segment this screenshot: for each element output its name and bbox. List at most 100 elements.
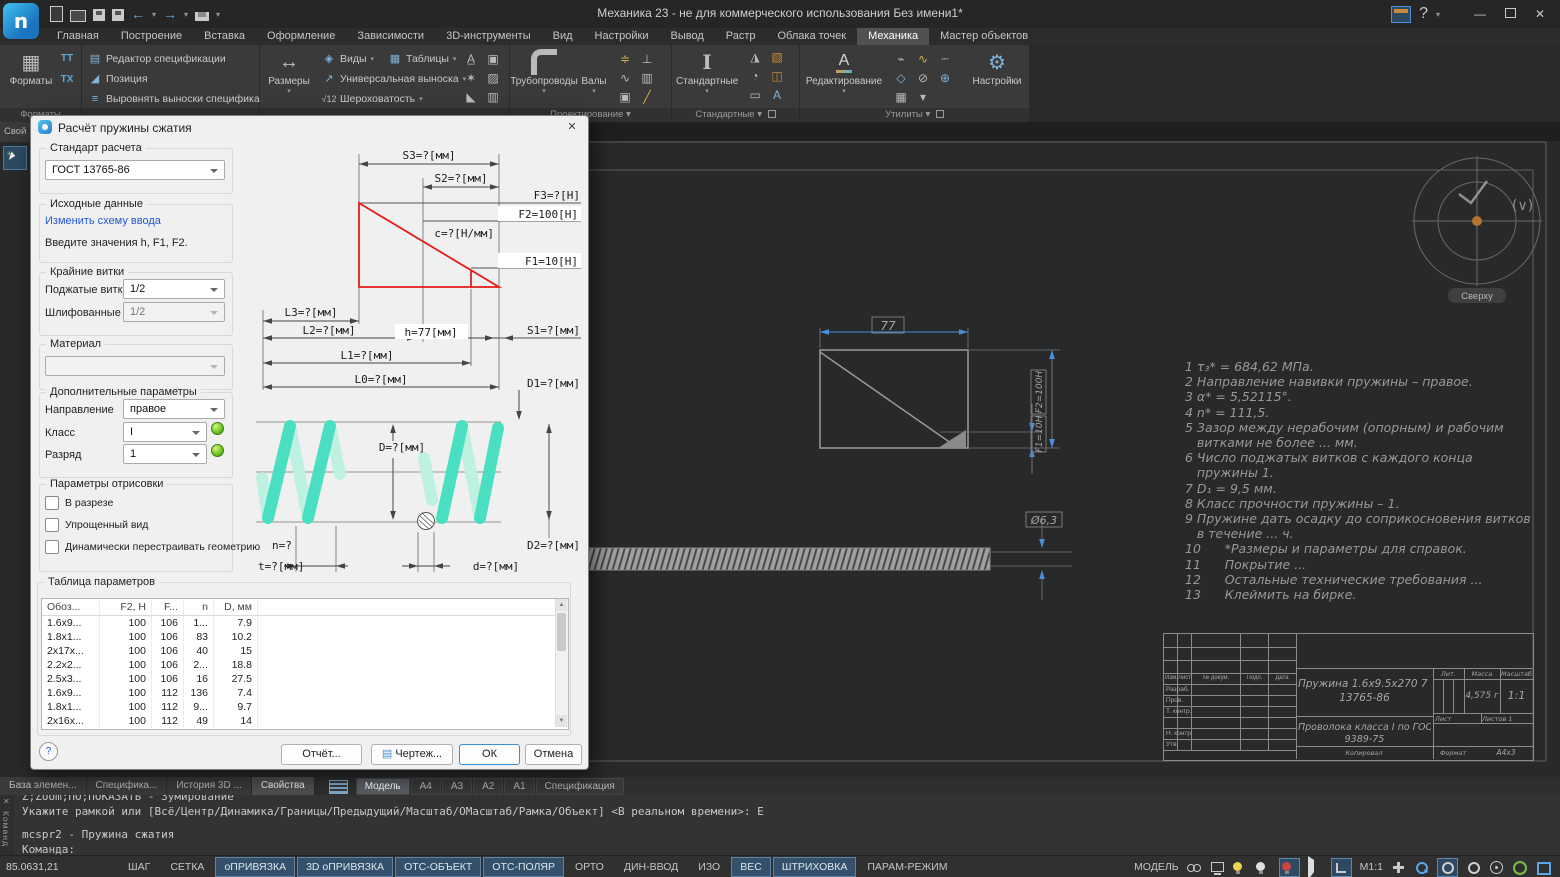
dialog-title-bar[interactable]: Расчёт пружины сжатия ✕ (31, 116, 588, 138)
scroll-thumb[interactable] (557, 613, 566, 651)
report-button[interactable]: Отчёт... (281, 744, 362, 765)
spring-icon[interactable]: ∿ (614, 68, 636, 87)
zoom-preview-icon[interactable] (1466, 860, 1481, 875)
save-as-icon[interactable] (112, 9, 124, 21)
zoom-window-icon[interactable] (1440, 860, 1455, 875)
table-row[interactable]: 2.5x3...1001061627.5 (42, 672, 568, 686)
ribbon-tab[interactable]: Мастер объектов (929, 28, 1039, 45)
select-part-icon[interactable]: ◮ (744, 47, 766, 66)
minimize-button[interactable]: — (1465, 7, 1495, 21)
cancel-button[interactable]: Отмена (525, 744, 582, 765)
lightbulb-cursor-icon[interactable] (1233, 862, 1242, 871)
layout-tab[interactable]: A1 (504, 778, 534, 795)
regen-icon[interactable] (1512, 860, 1527, 875)
scroll-down-icon[interactable]: ▼ (556, 715, 567, 727)
status-toggle[interactable]: ПАРАМ-РЕЖИМ (858, 857, 956, 877)
trim-icon[interactable]: ⊘ (912, 68, 934, 87)
editing-button[interactable]: A Редактирование ▾ (802, 48, 886, 95)
dim-label-f1[interactable]: F1=10[Н] (525, 255, 578, 268)
diamond-icon[interactable]: ◇ (890, 68, 912, 87)
qat-customize-icon[interactable]: ▾ (216, 10, 220, 19)
ucs-icon[interactable] (1334, 860, 1349, 875)
blocks-icon[interactable]: ▦ (890, 87, 912, 106)
ribbon-tab[interactable]: Построение (110, 28, 193, 45)
attr-a-icon[interactable]: A (766, 85, 788, 104)
ribbon-tab[interactable]: Вид (542, 28, 584, 45)
status-toggle[interactable]: ОРТО (566, 857, 613, 877)
status-toggle[interactable]: ВЕС (731, 857, 771, 877)
layout-list-icon[interactable] (329, 780, 348, 794)
table-row[interactable]: 1.8x1...1001068310.2 (42, 630, 568, 644)
redo-caret-icon[interactable]: ▾ (184, 10, 188, 19)
layout-tab[interactable]: A4 (411, 778, 441, 795)
ribbon-tab[interactable]: Зависимости (346, 28, 435, 45)
command-line-area[interactable]: Z;Zoom;ПО;ПОКАЗАТЬ - ЗумированиеУкажите … (14, 795, 1560, 855)
close-button[interactable]: ✕ (1525, 7, 1555, 21)
compass-widget[interactable]: (∨) Сверху (1412, 156, 1542, 303)
section-icon[interactable]: ◫ (766, 66, 788, 85)
grade-combo[interactable]: 1 (123, 444, 207, 464)
material-combo[interactable] (45, 356, 225, 376)
open-file-icon[interactable] (70, 10, 86, 22)
universal-leader-button[interactable]: ↗ Универсальная выноска▾ (322, 69, 466, 88)
ribbon-tab[interactable]: Растр (715, 28, 767, 45)
ribbon-tab[interactable]: Облака точек (767, 28, 858, 45)
table-header-cell[interactable]: n (184, 599, 214, 615)
command-input-line[interactable]: Команда: (22, 843, 75, 855)
layout-tab[interactable]: Модель (356, 778, 410, 795)
direction-combo[interactable]: правое (123, 399, 225, 419)
table-scrollbar[interactable]: ▲ ▼ (555, 599, 568, 727)
checkbox-icon[interactable] (45, 496, 59, 510)
align-leaders-button[interactable]: ≡ Выровнять выноски спецификации (88, 89, 277, 108)
table-row[interactable]: 2x16x...1001124914 (42, 714, 568, 728)
ribbon-tab[interactable]: Главная (46, 28, 110, 45)
class-combo[interactable]: I (123, 422, 207, 442)
lightbulb-off-icon[interactable] (1282, 862, 1291, 871)
ground-coils-combo[interactable]: 1/2 (123, 302, 225, 322)
table-header-cell[interactable]: D, мм (214, 599, 258, 615)
table-row[interactable]: 2x17x...1001064015 (42, 644, 568, 658)
zoom-icon[interactable] (1414, 860, 1429, 875)
magnifier-plus-icon[interactable]: ⊕ (934, 68, 956, 87)
status-toggle[interactable]: ШТРИХОВКА (773, 857, 857, 877)
status-toggle[interactable]: ОТС-ПОЛЯР (483, 857, 564, 877)
table-header-cell[interactable]: Обоз... (42, 599, 100, 615)
view-toggle-icon[interactable]: ◔ (744, 66, 766, 85)
dimensions-button[interactable]: ↔ Размеры ▾ (260, 48, 318, 95)
command-close-icon[interactable]: ✕ (3, 797, 10, 806)
drawing-button[interactable]: ▤ Чертеж... (371, 744, 453, 765)
checkbox-icon[interactable] (45, 518, 59, 532)
annotation-monitor-icon[interactable] (1210, 860, 1225, 875)
wavy-line-icon[interactable]: ∿ (912, 49, 934, 68)
hatch-icon[interactable]: ▨ (482, 68, 504, 87)
new-file-icon[interactable] (50, 6, 63, 22)
ribbon-tab[interactable]: Настройки (584, 28, 660, 45)
status-toggle[interactable]: ИЗО (689, 857, 729, 877)
app-store-icon[interactable] (1391, 6, 1411, 23)
pin-icon[interactable]: ⊥ (636, 49, 658, 68)
status-toggle[interactable]: оПРИВЯЗКА (215, 857, 295, 877)
checkbox-simplified-view[interactable]: Упрощенный вид (45, 518, 148, 532)
weld-icon[interactable]: ◣ (460, 87, 482, 106)
formats-button[interactable]: ▦ Форматы (2, 48, 60, 87)
views-button[interactable]: ◈ Виды▾ (322, 49, 374, 68)
roughness-button[interactable]: √12 Шероховатость▾ (322, 89, 423, 108)
table-row[interactable]: 2.2x2...1001062...18.8 (42, 658, 568, 672)
checkbox-icon[interactable] (45, 540, 59, 554)
layout-tab[interactable]: Спецификация (536, 778, 624, 795)
app-logo[interactable]: n (3, 3, 39, 39)
ribbon-tab[interactable]: Вывод (659, 28, 714, 45)
table-row[interactable]: 1.6x9...1001061...7.9 (42, 616, 568, 630)
status-toggle[interactable]: СЕТКА (161, 857, 213, 877)
parameter-table[interactable]: Обоз...F2, НF...nD, мм 1.6x9...1001061..… (41, 598, 569, 730)
dashes-icon[interactable]: ┄ (934, 49, 956, 68)
layout-tab[interactable]: A3 (442, 778, 472, 795)
print-icon[interactable] (195, 12, 209, 21)
panel-launcher-icon[interactable] (768, 110, 776, 118)
pan-icon[interactable] (1391, 860, 1406, 875)
table-row[interactable]: 1.6x9...1001121367.4 (42, 686, 568, 700)
palette-tool-button[interactable]: + (3, 146, 27, 170)
checkbox-section-view[interactable]: В разрезе (45, 496, 113, 510)
class-hint-bulb-icon[interactable] (211, 422, 224, 435)
redo-icon[interactable]: → (163, 7, 177, 22)
